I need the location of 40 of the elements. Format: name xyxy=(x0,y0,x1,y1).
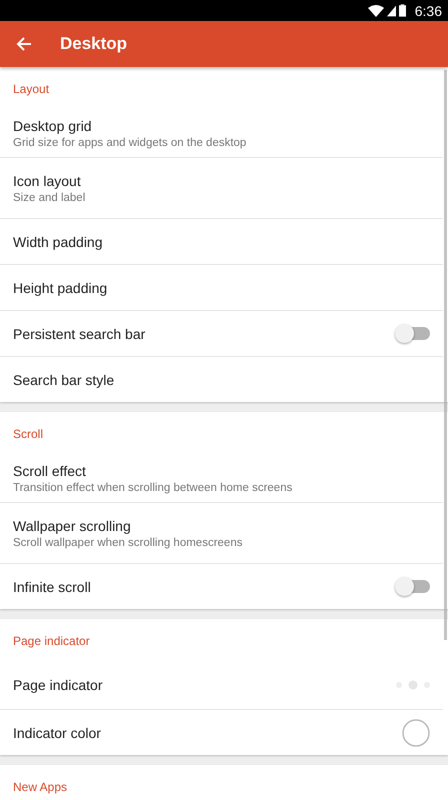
setting-title: Indicator color xyxy=(13,724,101,740)
setting-title: Infinite scroll xyxy=(13,578,91,594)
color-swatch[interactable] xyxy=(402,718,430,746)
page-dots-icon xyxy=(396,679,430,691)
setting-title: Height padding xyxy=(13,280,108,296)
setting-title: Icon layout xyxy=(13,172,82,188)
settings-row[interactable]: Width padding xyxy=(0,218,443,264)
settings-row[interactable]: Desktop grid Grid size for apps and widgets on the desktop xyxy=(0,109,443,157)
section-header: New Apps xyxy=(12,779,68,796)
setting-title: Persistent search bar xyxy=(13,326,146,342)
settings-row[interactable]: Icon layout Size and label xyxy=(0,157,443,218)
screen-title: Desktop xyxy=(60,34,128,54)
signal-icon xyxy=(386,4,396,16)
clock-time: 6:36 xyxy=(414,2,442,18)
battery-icon xyxy=(398,4,406,17)
setting-title: Desktop grid xyxy=(13,118,93,134)
setting-title: Page indicator xyxy=(13,677,103,693)
settings-row[interactable]: Search bar style xyxy=(0,356,443,402)
setting-title: Search bar style xyxy=(13,372,114,388)
settings-row[interactable]: Infinite scroll xyxy=(0,563,443,609)
settings-row[interactable]: Wallpaper scrolling Scroll wallpaper when scrolling homescreens xyxy=(0,502,443,563)
setting-summary: Grid size for apps and widgets on the desktop xyxy=(13,136,246,148)
setting-title: Scroll effect xyxy=(13,462,87,478)
settings-row[interactable]: Indicator color xyxy=(0,709,443,755)
setting-summary: Scroll wallpaper when scrolling homescreens xyxy=(13,536,242,548)
wifi-icon xyxy=(368,4,384,16)
section-header: Scroll xyxy=(12,426,44,443)
setting-summary: Size and label xyxy=(13,192,86,204)
setting-title: Width padding xyxy=(13,234,103,250)
section-header: Page indicator xyxy=(12,633,91,650)
settings-row[interactable]: Scroll effect Transition effect when scrolling between home screens xyxy=(0,454,443,502)
setting-title: Wallpaper scrolling xyxy=(13,518,132,534)
section-header: Layout xyxy=(12,81,50,98)
setting-summary: Transition effect when scrolling between home screens xyxy=(13,482,292,494)
toggle-switch[interactable] xyxy=(398,580,430,593)
back-arrow-icon[interactable] xyxy=(16,36,32,52)
settings-row[interactable]: Persistent search bar xyxy=(0,310,443,356)
settings-row[interactable]: Page indicator xyxy=(0,661,443,709)
settings-row[interactable]: Height padding xyxy=(0,264,443,310)
toggle-switch[interactable] xyxy=(398,327,430,340)
